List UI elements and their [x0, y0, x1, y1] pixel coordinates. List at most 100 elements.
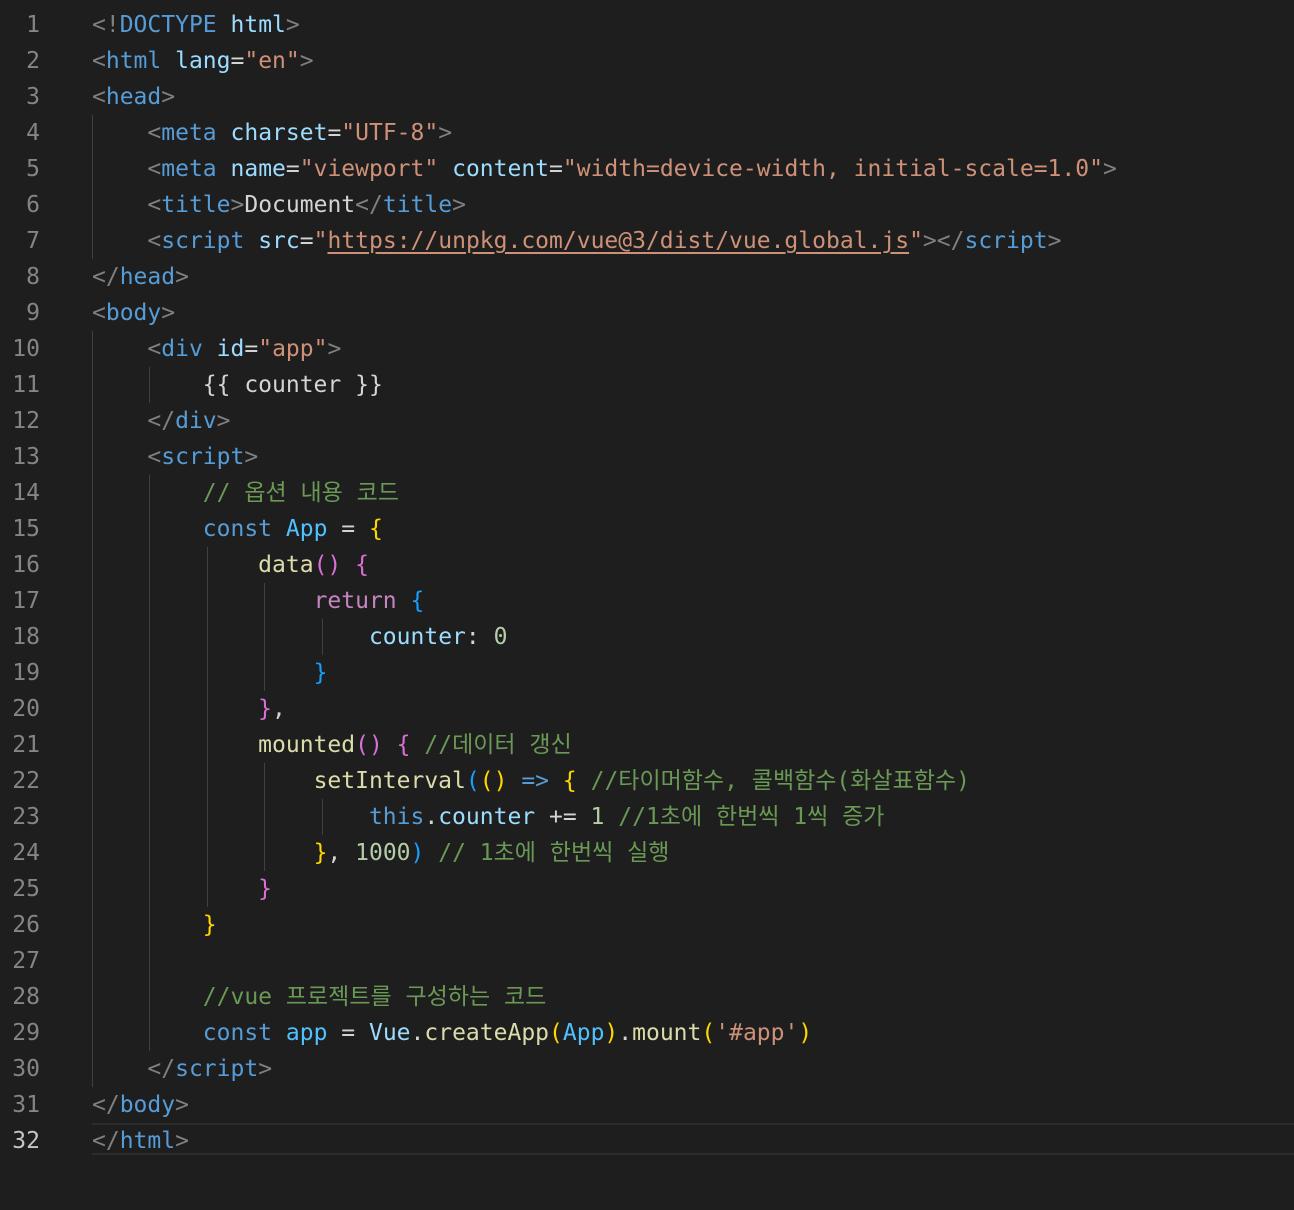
code-line[interactable]: 6 <title>Document</title>: [0, 187, 1294, 223]
code-line[interactable]: 31 </body>: [0, 1087, 1294, 1123]
token-comment: //데이터 갱신: [424, 732, 572, 758]
token-tag: meta: [161, 120, 217, 146]
code-line[interactable]: 15 const App = {: [0, 511, 1294, 547]
token-tag-bracket: </: [92, 1128, 120, 1154]
code-line[interactable]: 24 }, 1000) // 1초에 한번씩 실행: [0, 835, 1294, 871]
token-const: app: [285, 1020, 328, 1046]
token-text: +=: [535, 804, 591, 830]
code-text[interactable]: const app = Vue.createApp(App).mount('#a…: [92, 1015, 812, 1051]
code-text[interactable]: const App = {: [92, 511, 383, 547]
code-line[interactable]: 16 data() {: [0, 547, 1294, 583]
code-line[interactable]: 5 <meta name="viewport" content="width=d…: [0, 151, 1294, 187]
code-line[interactable]: 12 </div>: [0, 403, 1294, 439]
token-num: 0: [493, 624, 508, 650]
code-text[interactable]: }: [92, 871, 272, 907]
token-tag-bracket: >: [175, 1092, 189, 1118]
code-text[interactable]: <meta charset="UTF-8">: [92, 115, 452, 151]
line-number: 12: [12, 408, 40, 434]
code-line[interactable]: 23 this.counter += 1 //1초에 한번씩 1씩 증가: [0, 799, 1294, 835]
code-text[interactable]: counter: 0: [92, 619, 508, 655]
token-attr: id: [216, 336, 245, 362]
token-tag: DOCTYPE: [119, 12, 217, 38]
code-text[interactable]: setInterval(() => { //타이머함수, 콜백함수(화살표함수): [92, 763, 970, 799]
code-text[interactable]: </head>: [92, 259, 189, 295]
code-text[interactable]: //vue 프로젝트를 구성하는 코드: [92, 979, 547, 1015]
code-line[interactable]: 26 }: [0, 907, 1294, 943]
code-text[interactable]: <meta name="viewport" content="width=dev…: [92, 151, 1116, 187]
code-line[interactable]: 1 <!DOCTYPE html>: [0, 7, 1294, 43]
token-tag-bracket: <: [147, 192, 162, 218]
token-tag-bracket: <: [147, 228, 162, 254]
code-text[interactable]: data() {: [92, 547, 369, 583]
token-text: =: [327, 516, 369, 542]
code-line[interactable]: 32 </html>: [0, 1123, 1294, 1159]
line-number: 20: [12, 696, 40, 722]
code-text[interactable]: // 옵션 내용 코드: [92, 475, 399, 511]
token-b1: }: [313, 840, 328, 866]
code-text[interactable]: <head>: [92, 79, 175, 115]
code-line[interactable]: 27: [0, 943, 1294, 979]
code-text[interactable]: }: [92, 655, 328, 691]
token-tag-bracket: ></: [922, 228, 965, 254]
code-text[interactable]: <div id="app">: [92, 331, 341, 367]
code-line[interactable]: 3 <head>: [0, 79, 1294, 115]
token-control: return: [313, 588, 397, 614]
code-text[interactable]: }: [92, 907, 217, 943]
code-text[interactable]: <html lang="en">: [92, 43, 314, 79]
code-text[interactable]: }, 1000) // 1초에 한번씩 실행: [92, 835, 670, 871]
code-line[interactable]: 29 const app = Vue.createApp(App).mount(…: [0, 1015, 1294, 1051]
code-line[interactable]: 22 setInterval(() => { //타이머함수, 콜백함수(화살표…: [0, 763, 1294, 799]
code-line[interactable]: 7 <script src="https://unpkg.com/vue@3/d…: [0, 223, 1294, 259]
code-line[interactable]: 19 }: [0, 655, 1294, 691]
code-line[interactable]: 21 mounted() { //데이터 갱신: [0, 727, 1294, 763]
code-line[interactable]: 9 <body>: [0, 295, 1294, 331]
code-line[interactable]: 28 //vue 프로젝트를 구성하는 코드: [0, 979, 1294, 1015]
code-text[interactable]: </script>: [92, 1051, 272, 1087]
code-line[interactable]: 10 <div id="app">: [0, 331, 1294, 367]
code-text[interactable]: },: [92, 691, 286, 727]
code-text[interactable]: </html>: [92, 1123, 189, 1159]
code-text[interactable]: <!DOCTYPE html>: [92, 7, 300, 43]
code-line[interactable]: 20 },: [0, 691, 1294, 727]
line-number: 2: [26, 48, 40, 74]
token-tag-bracket: >: [161, 300, 176, 326]
code-text[interactable]: <body>: [92, 295, 175, 331]
code-text[interactable]: {{ counter }}: [92, 367, 383, 403]
code-line[interactable]: 14 // 옵션 내용 코드: [0, 475, 1294, 511]
code-text[interactable]: </div>: [92, 403, 230, 439]
code-text[interactable]: <script src="https://unpkg.com/vue@3/dis…: [92, 223, 1061, 259]
code-text[interactable]: mounted() { //데이터 갱신: [92, 727, 572, 763]
code-line[interactable]: 18 counter: 0: [0, 619, 1294, 655]
code-text[interactable]: return {: [92, 583, 425, 619]
token-func: createApp: [424, 1020, 550, 1046]
code-line[interactable]: 13 <script>: [0, 439, 1294, 475]
code-line[interactable]: 25 }: [0, 871, 1294, 907]
code-text[interactable]: <script>: [92, 439, 258, 475]
token-comment: //vue 프로젝트를 구성하는 코드: [202, 984, 547, 1010]
code-text[interactable]: this.counter += 1 //1초에 한번씩 1씩 증가: [92, 799, 885, 835]
token-keyword: const: [202, 516, 273, 542]
token-tag-bracket: >: [452, 192, 466, 218]
code-line[interactable]: 11 {{ counter }}: [0, 367, 1294, 403]
code-line[interactable]: 8 </head>: [0, 259, 1294, 295]
code-line[interactable]: 30 </script>: [0, 1051, 1294, 1087]
code-line[interactable]: 4 <meta charset="UTF-8">: [0, 115, 1294, 151]
code-line[interactable]: 17 return {: [0, 583, 1294, 619]
code-editor[interactable]: 1 <!DOCTYPE html> 2 <html lang="en"> 3 <head>…: [0, 0, 1294, 1210]
code-text[interactable]: <title>Document</title>: [92, 187, 466, 223]
code-line[interactable]: 2 <html lang="en">: [0, 43, 1294, 79]
token-tag-bracket: </: [147, 1056, 176, 1082]
token-func: data: [258, 552, 314, 578]
token-num: 1000: [355, 840, 411, 866]
code-text[interactable]: </body>: [92, 1087, 189, 1123]
line-number: 23: [12, 804, 40, 830]
